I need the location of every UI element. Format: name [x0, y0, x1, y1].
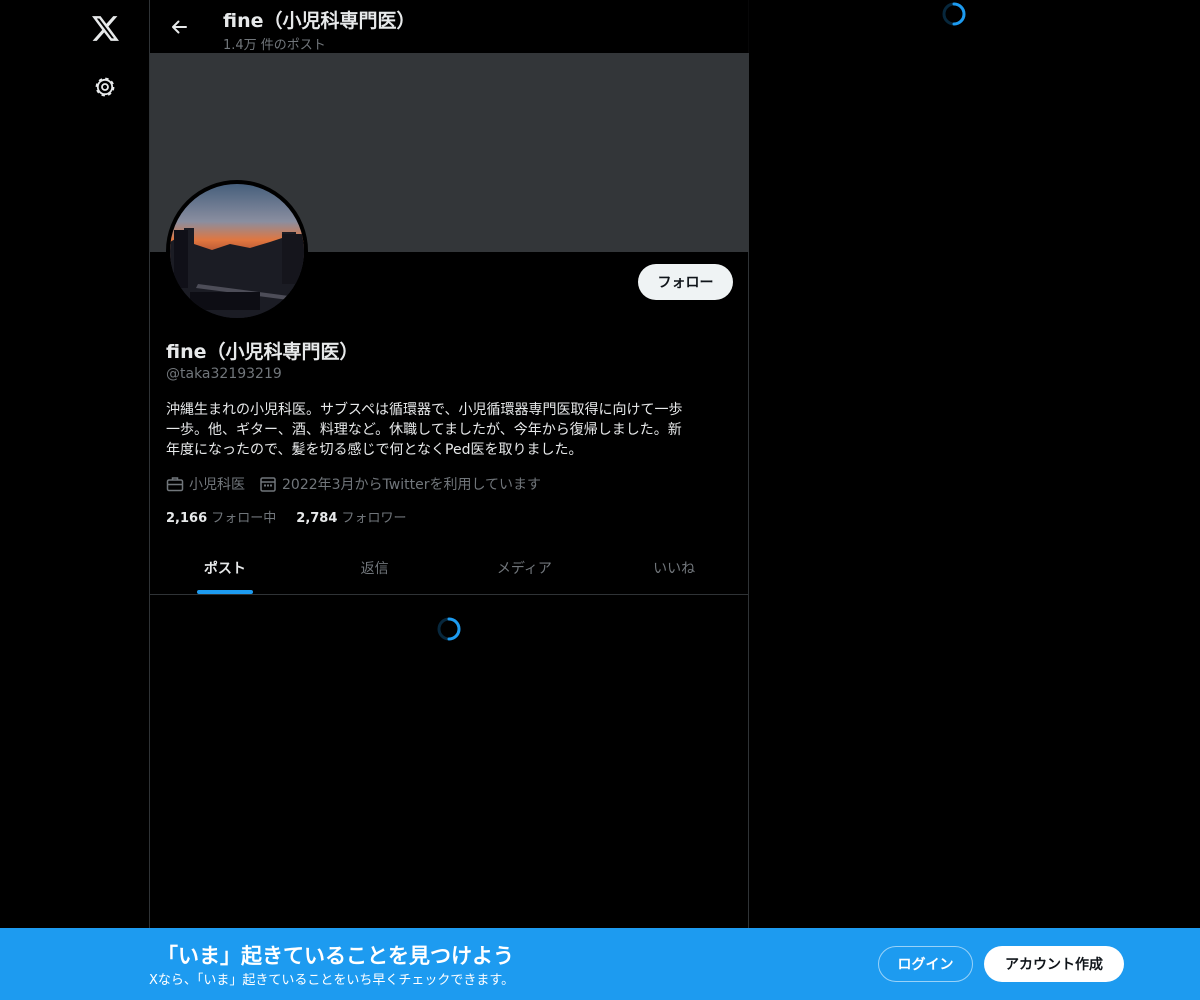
profession-text: 小児科医	[189, 477, 245, 493]
create-account-button[interactable]: アカウント作成	[984, 946, 1124, 982]
bio-line: 年度になったので、髪を切る感じで何となくPed医を取りました。	[166, 442, 583, 458]
calendar-icon	[260, 477, 276, 492]
avatar[interactable]	[166, 180, 308, 322]
profession-item: 小児科医	[166, 474, 245, 494]
joined-item: 2022年3月からTwitterを利用しています	[259, 474, 541, 494]
back-arrow-icon[interactable]	[162, 10, 196, 44]
active-tab-indicator	[196, 590, 253, 594]
profile-header-bar: fine（小児科専門医） 1.4万 件のポスト	[150, 0, 749, 53]
profile-column: fine（小児科専門医） 1.4万 件のポスト フォロー fine（小児科専門医…	[149, 0, 749, 1000]
follow-stats: 2,166 フォロー中 2,784 フォロワー	[166, 507, 427, 526]
tab-label: メディア	[496, 560, 552, 577]
followers-count: 2,784	[296, 511, 338, 526]
tab-label: 返信	[360, 560, 389, 577]
tab-label: ポスト	[203, 560, 246, 577]
signup-prompt-subtitle: Xなら、「いま」起きていることをいち早くチェックできます。	[149, 973, 515, 988]
signup-prompt-bar: 「いま」起きていることを見つけよう Xなら、「いま」起きていることをいち早くチェ…	[0, 928, 1200, 1000]
profile-tabs: ポスト 返信 メディア いいね	[150, 541, 749, 595]
tab-posts[interactable]: ポスト	[150, 541, 300, 594]
following-label: フォロー中	[211, 511, 277, 526]
loading-spinner-icon	[942, 2, 966, 26]
profile-name: fine（小児科専門医）	[166, 341, 359, 363]
bio-line: 沖縄生まれの小児科医。サブスペは循環器で、小児循環器専門医取得に向けて一歩	[166, 402, 683, 418]
profile-meta: 小児科医 2022年3月からTwitterを利用しています	[166, 474, 555, 494]
follow-button[interactable]: フォロー	[638, 264, 733, 300]
tab-replies[interactable]: 返信	[300, 541, 450, 594]
tab-likes[interactable]: いいね	[599, 541, 749, 594]
briefcase-icon	[166, 477, 184, 492]
followers-link[interactable]: 2,784 フォロワー	[296, 507, 406, 526]
profile-bio: 沖縄生まれの小児科医。サブスペは循環器で、小児循環器専門医取得に向けて一歩 一歩…	[166, 400, 726, 460]
header-profile-name: fine（小児科専門医）	[223, 10, 416, 32]
followers-label: フォロワー	[341, 511, 407, 526]
following-link[interactable]: 2,166 フォロー中	[166, 507, 276, 526]
bio-line: 一歩。他、ギター、酒、料理など。休職してましたが、今年から復帰しました。新	[166, 422, 682, 438]
login-button[interactable]: ログイン	[878, 946, 973, 982]
following-count: 2,166	[166, 511, 208, 526]
x-logo-icon[interactable]	[80, 3, 130, 53]
loading-spinner-icon	[437, 617, 461, 641]
tab-media[interactable]: メディア	[450, 541, 600, 594]
gear-icon[interactable]	[80, 62, 130, 112]
profile-handle: @taka32193219	[166, 366, 282, 382]
joined-text: 2022年3月からTwitterを利用しています	[282, 477, 542, 493]
header-post-count: 1.4万 件のポスト	[223, 38, 326, 53]
left-rail	[0, 0, 150, 1000]
tab-label: いいね	[653, 560, 696, 577]
signup-prompt-title: 「いま」起きていることを見つけよう	[157, 944, 514, 968]
